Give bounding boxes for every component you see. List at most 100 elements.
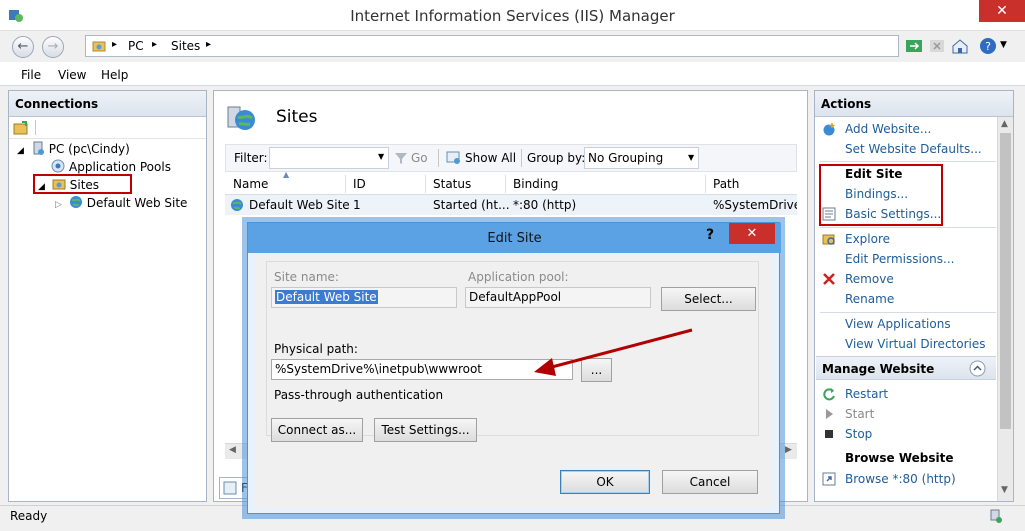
divider <box>820 312 996 313</box>
back-button[interactable]: ← <box>12 36 34 58</box>
edit-site-dialog: Edit Site ? ✕ Site name: Default Web Sit… <box>247 222 781 514</box>
table-row[interactable]: Default Web Site 1 Started (ht... *:80 (… <box>225 195 797 215</box>
address-bar[interactable]: ▸ PC ▸ Sites ▸ <box>85 35 899 57</box>
column-divider[interactable] <box>345 175 346 193</box>
select-button[interactable]: Select... <box>661 287 756 311</box>
test-settings-button[interactable]: Test Settings... <box>374 418 477 442</box>
show-all-icon <box>446 151 460 164</box>
action-rename[interactable]: Rename <box>845 292 894 306</box>
app-pool-field: DefaultAppPool <box>465 287 651 308</box>
grid-header: ▲ Name ID Status Binding Path <box>225 170 797 195</box>
filter-toolbar: Filter: ▼ Go Show All Group by: No Group… <box>225 144 797 172</box>
dialog-title-bar[interactable]: Edit Site ? ✕ <box>248 223 781 253</box>
menu-file[interactable]: File <box>21 68 41 82</box>
column-divider[interactable] <box>425 175 426 193</box>
features-view-icon <box>223 481 237 495</box>
action-view-applications[interactable]: View Applications <box>845 317 951 331</box>
column-name[interactable]: Name <box>233 177 268 191</box>
go-button[interactable]: Go <box>411 151 428 165</box>
section-edit-site: Edit Site <box>845 167 903 181</box>
sites-folder-icon <box>52 179 66 190</box>
tree-label-pc: PC (pc\Cindy) <box>48 142 130 156</box>
stop-icon[interactable] <box>928 37 946 55</box>
column-divider[interactable] <box>505 175 506 193</box>
forward-button[interactable]: → <box>42 36 64 58</box>
column-binding[interactable]: Binding <box>513 177 558 191</box>
column-id[interactable]: ID <box>353 177 366 191</box>
collapse-chevron-icon[interactable] <box>969 360 986 377</box>
scroll-down-icon[interactable]: ▼ <box>1001 485 1008 495</box>
action-remove[interactable]: Remove <box>845 272 894 286</box>
tree-item-default-site[interactable]: ▷ Default Web Site <box>55 195 187 213</box>
menu-help[interactable]: Help <box>101 68 128 82</box>
home-icon[interactable] <box>951 37 969 55</box>
new-connection-icon[interactable] <box>13 120 29 136</box>
scroll-thumb[interactable] <box>1000 133 1011 429</box>
breadcrumb-pc[interactable]: PC <box>128 39 144 53</box>
show-all-button[interactable]: Show All <box>465 151 516 165</box>
scroll-left-icon[interactable]: ◀ <box>229 445 236 455</box>
globe-icon <box>69 196 82 208</box>
folder-icon <box>92 41 106 52</box>
action-explore[interactable]: Explore <box>845 232 890 246</box>
menu-bar: File View Help <box>0 62 1025 86</box>
ok-button[interactable]: OK <box>560 470 650 494</box>
start-icon <box>826 409 833 419</box>
action-browse-80[interactable]: Browse *:80 (http) <box>845 472 956 486</box>
dialog-help-button[interactable]: ? <box>706 227 714 243</box>
cell-name: Default Web Site <box>249 198 350 212</box>
groupby-dropdown-icon[interactable]: ▼ <box>688 153 694 162</box>
help-icon[interactable]: ? <box>978 36 998 56</box>
collapse-arrow-icon[interactable]: ◢ <box>17 146 24 156</box>
action-restart[interactable]: Restart <box>845 387 888 401</box>
groupby-select[interactable]: No Grouping ▼ <box>584 147 699 169</box>
menu-view[interactable]: View <box>58 68 86 82</box>
cell-binding: *:80 (http) <box>513 198 577 212</box>
breadcrumb-sites[interactable]: Sites <box>171 39 200 53</box>
refresh-icon[interactable] <box>905 37 923 55</box>
dialog-close-button[interactable]: ✕ <box>729 223 775 244</box>
action-stop[interactable]: Stop <box>845 427 872 441</box>
physical-path-input[interactable]: %SystemDrive%\inetpub\wwwroot <box>271 359 573 380</box>
action-start[interactable]: Start <box>845 407 874 421</box>
app-pool-value: DefaultAppPool <box>469 290 562 304</box>
status-text: Ready <box>10 509 48 523</box>
tree-label-app-pools: Application Pools <box>69 160 171 174</box>
collapse-arrow-icon[interactable]: ◢ <box>38 182 45 192</box>
window-close-button[interactable]: ✕ <box>979 0 1025 22</box>
column-status[interactable]: Status <box>433 177 471 191</box>
action-add-website[interactable]: Add Website... <box>845 122 931 136</box>
column-divider[interactable] <box>705 175 706 193</box>
filter-input[interactable]: ▼ <box>269 147 389 169</box>
groupby-value: No Grouping <box>588 151 664 165</box>
actions-scrollbar[interactable]: ▲ ▼ <box>997 117 1013 501</box>
action-view-vdirs[interactable]: View Virtual Directories <box>845 337 986 351</box>
action-basic-settings[interactable]: Basic Settings... <box>845 207 941 221</box>
cell-path: %SystemDrive% <box>713 198 797 212</box>
action-set-defaults[interactable]: Set Website Defaults... <box>845 142 982 156</box>
stop-icon <box>825 430 833 438</box>
scroll-up-icon[interactable]: ▲ <box>1001 119 1008 129</box>
cancel-button[interactable]: Cancel <box>662 470 758 494</box>
server-icon <box>33 141 44 155</box>
tree-item-pc[interactable]: ◢ PC (pc\Cindy) <box>17 141 130 159</box>
action-edit-permissions[interactable]: Edit Permissions... <box>845 252 954 266</box>
help-dropdown-icon[interactable]: ▼ <box>1000 40 1007 50</box>
dialog-title: Edit Site <box>487 231 542 246</box>
explore-icon <box>822 234 835 245</box>
section-browse-website: Browse Website <box>845 451 954 465</box>
manage-website-header[interactable]: Manage Website <box>816 356 996 380</box>
site-name-field[interactable]: Default Web Site <box>271 287 457 308</box>
expand-arrow-icon[interactable]: ▷ <box>55 200 62 210</box>
filter-dropdown-icon[interactable]: ▼ <box>378 152 384 161</box>
groupby-label: Group by: <box>527 151 586 165</box>
browse-path-button[interactable]: ... <box>581 358 612 382</box>
connect-as-button[interactable]: Connect as... <box>271 418 363 442</box>
tree-item-sites[interactable]: ◢ Sites <box>38 177 99 195</box>
action-bindings[interactable]: Bindings... <box>845 187 908 201</box>
toolbar-divider <box>521 149 522 167</box>
globe-icon <box>231 199 243 211</box>
column-path[interactable]: Path <box>713 177 739 191</box>
sites-globe-icon <box>227 106 255 130</box>
scroll-right-icon[interactable]: ▶ <box>785 445 792 455</box>
